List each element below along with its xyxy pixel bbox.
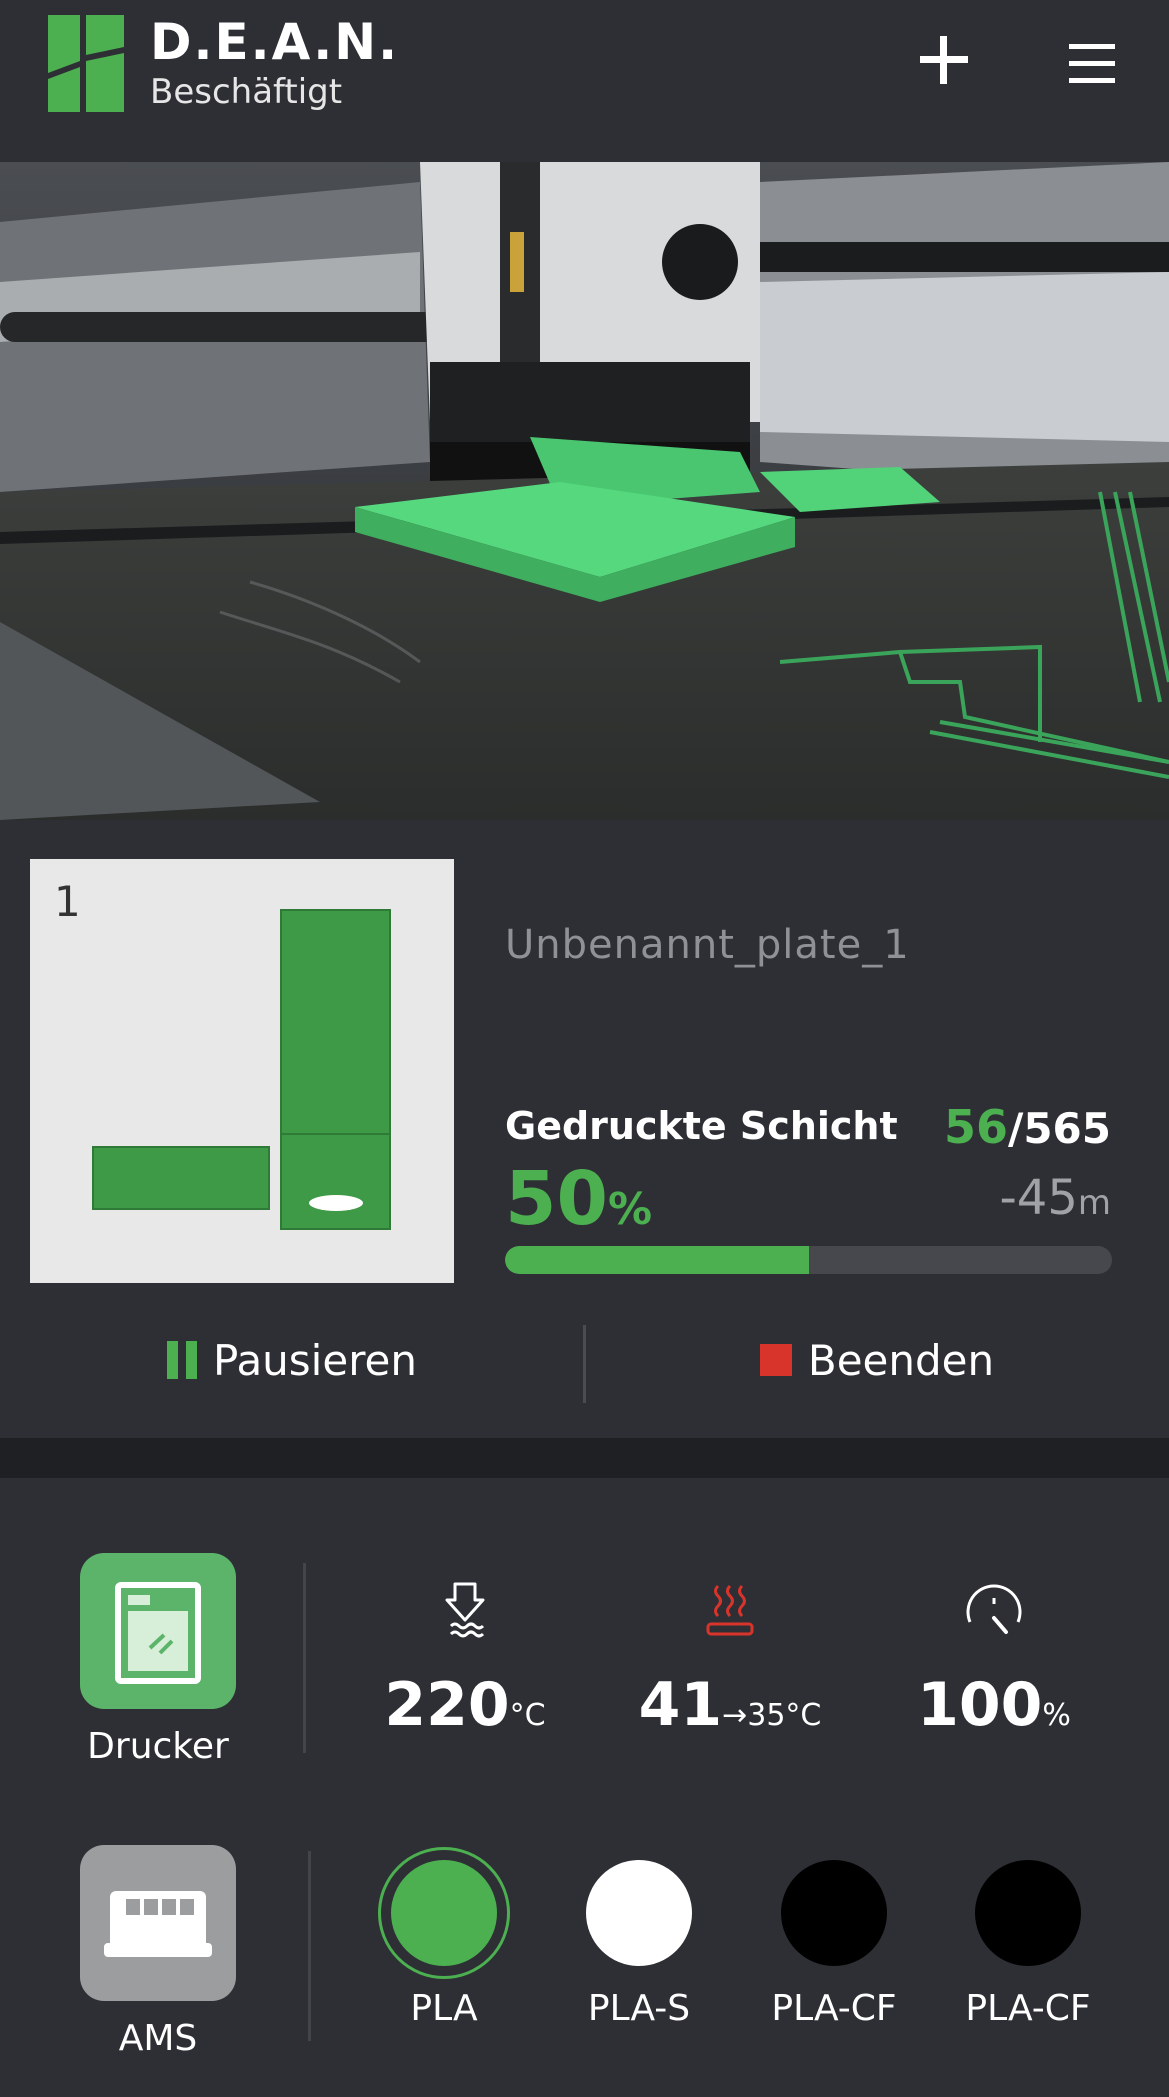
bed-temperature-unit: →35°C [722,1698,822,1733]
printer-icon [115,1582,201,1684]
print-speed-number: 100 [917,1670,1043,1740]
plate-thumbnail[interactable]: 1 [30,859,454,1283]
bed-temperature-value: 41→35°C [610,1670,850,1740]
nozzle-temperature-value: 220°C [345,1670,585,1740]
layer-total: /565 [1007,1104,1111,1153]
ams-slot-label: PLA-CF [771,1988,897,2029]
status-panel: Drucker 220°C 41→35°C 100% AMS PLA PLA-S… [0,1478,1169,2097]
ams-slot-label: PLA-CF [965,1988,1091,2029]
printer-tab[interactable] [80,1553,236,1709]
ams-slot-1[interactable]: PLA [359,1847,529,2038]
printer-name: D.E.A.N. [150,13,400,71]
camera-feed[interactable] [0,162,1169,820]
nozzle-temperature-unit: °C [509,1698,546,1733]
ams-tab-label: AMS [118,2018,198,2059]
heatbed-temperature-icon [706,1584,754,1636]
remaining-time: -45m [999,1170,1111,1226]
hamburger-menu-icon [1069,44,1115,83]
remaining-time-unit: m [1077,1183,1111,1223]
print-speed-value: 100% [874,1670,1114,1740]
stop-button-label: Beenden [807,1335,995,1385]
ams-slot-label: PLA-S [587,1988,691,2029]
camera-image [0,162,1169,820]
vertical-divider [303,1563,306,1753]
ams-icon [104,1891,212,1957]
print-speed-unit: % [1042,1698,1071,1733]
ams-slot-label: PLA [410,1988,478,2029]
printer-tab-label: Drucker [87,1726,229,1767]
ams-slot-color [781,1860,887,1966]
nozzle-temperature-icon [445,1582,485,1638]
bambu-logo-icon [48,15,124,112]
speed-gauge-icon [966,1584,1022,1634]
ams-slot-color [975,1860,1081,1966]
bed-temperature-number: 41 [638,1670,723,1740]
pause-button-label: Pausieren [213,1335,417,1385]
header: D.E.A.N. Beschäftigt [0,0,1169,162]
pause-button[interactable]: Pausieren [0,1310,584,1410]
layer-current: 56 [943,1100,1008,1154]
progress-bar [505,1246,1112,1274]
ams-slot-color [586,1860,692,1966]
ams-slot-2[interactable]: PLA-S [554,1848,724,2038]
pause-icon [167,1341,197,1379]
progress-percent-value: 50 [505,1156,608,1242]
vertical-divider [308,1851,311,2041]
nozzle-temperature-number: 220 [384,1670,510,1740]
add-button[interactable] [908,24,980,96]
bed-temperature[interactable]: 41→35°C [610,1578,850,1740]
remaining-time-value: -45 [999,1170,1078,1226]
stop-icon [759,1344,792,1376]
ams-slot-3[interactable]: PLA-CF [749,1848,919,2038]
nozzle-temperature[interactable]: 220°C [345,1578,585,1740]
job-name: Unbenannt_plate_1 [505,922,910,968]
progress-percent: 50% [505,1156,652,1242]
ams-tab[interactable] [80,1845,236,2001]
plus-icon [920,36,968,84]
stop-button[interactable]: Beenden [585,1310,1169,1410]
plate-preview-image [92,909,391,1230]
layer-count: 56/565 [944,1100,1111,1154]
job-panel: 1 Unbenannt_plate_1 Gedruckte Schicht 56… [0,820,1169,1438]
plate-number: 1 [54,877,81,926]
app-root: D.E.A.N. Beschäftigt 1 Unbenannt_plate_1… [0,0,1169,2097]
printer-status: Beschäftigt [150,72,343,112]
layer-label: Gedruckte Schicht [505,1104,898,1148]
section-separator [0,1438,1169,1478]
progress-bar-fill [505,1246,809,1274]
menu-button[interactable] [1057,28,1129,100]
ams-slot-4[interactable]: PLA-CF [943,1848,1113,2038]
progress-percent-unit: % [607,1184,653,1235]
ams-slot-color [391,1860,497,1966]
print-speed[interactable]: 100% [874,1578,1114,1740]
